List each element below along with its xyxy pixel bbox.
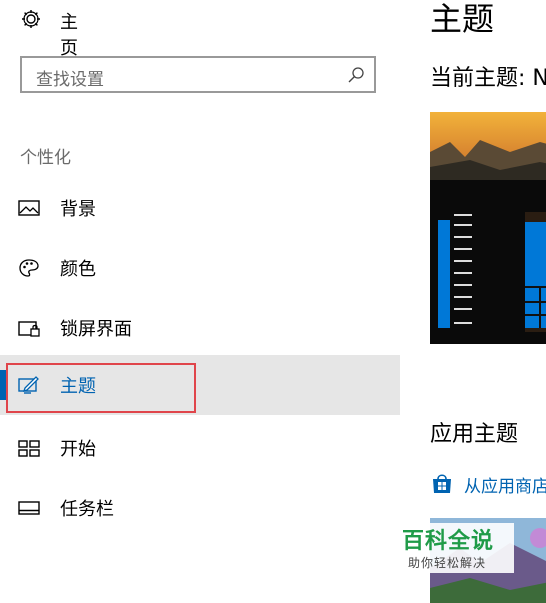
sidebar-item-colors[interactable]: 颜色 [0, 238, 400, 298]
watermark-subtitle: 助你轻松解决 [408, 556, 487, 570]
store-link-label: 从应用商店 [464, 477, 546, 497]
sidebar-item-label: 开始 [60, 439, 96, 460]
sidebar-item-label: 背景 [60, 199, 96, 220]
page-title: 主题 [430, 0, 495, 38]
picture-icon [18, 200, 40, 216]
watermark: 百科全说 助你轻松解决 [396, 523, 514, 573]
sidebar-item-start[interactable]: 开始 [0, 418, 400, 478]
palette-icon [19, 259, 39, 277]
sidebar-item-label: 颜色 [60, 259, 96, 280]
selection-highlight-box [6, 363, 196, 413]
gear-icon [22, 10, 40, 28]
lock-screen-icon [18, 321, 40, 337]
taskbar-icon [18, 501, 40, 515]
sidebar-item-lock-screen[interactable]: 锁屏界面 [0, 298, 400, 358]
main-content: 主题 当前主题: N 应用主题 从应用商店 [400, 0, 546, 603]
start-tiles-icon [18, 440, 40, 457]
sidebar-item-label: 锁屏界面 [60, 319, 132, 340]
sidebar-item-taskbar[interactable]: 任务栏 [0, 478, 400, 538]
group-label-personalization: 个性化 [20, 148, 71, 168]
search-placeholder: 查找设置 [36, 70, 104, 90]
apply-theme-heading: 应用主题 [430, 422, 519, 447]
settings-sidebar: 主页 查找设置 个性化 背景 颜色 锁屏界面 主题 开始 任务栏 [0, 0, 400, 603]
theme-preview-art [430, 112, 546, 344]
home-label: 主页 [60, 12, 78, 59]
search-icon[interactable] [346, 65, 366, 85]
sidebar-item-label: 任务栏 [60, 499, 114, 520]
store-bag-icon [433, 474, 451, 493]
watermark-title: 百科全说 [402, 529, 495, 554]
sidebar-item-background[interactable]: 背景 [0, 178, 400, 238]
theme-preview-image[interactable] [430, 112, 546, 344]
current-theme-heading: 当前主题: N [430, 66, 546, 91]
search-input[interactable]: 查找设置 [20, 56, 376, 93]
